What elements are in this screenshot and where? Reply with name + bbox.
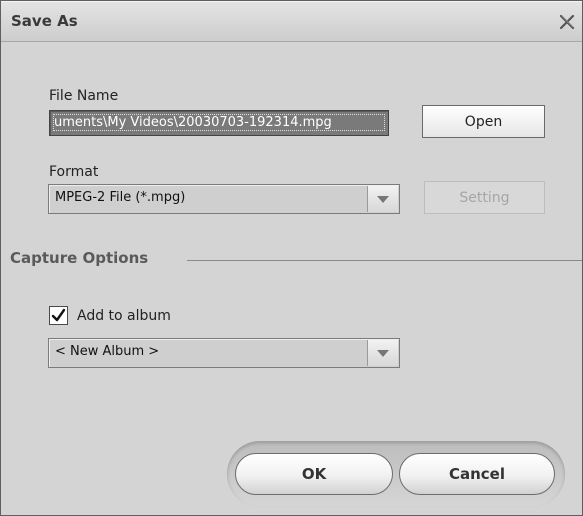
- ok-button-label: OK: [301, 465, 327, 483]
- format-selected-value: MPEG-2 File (*.mpg): [55, 190, 186, 205]
- dialog-title: Save As: [11, 12, 78, 30]
- setting-button-label: Setting: [459, 189, 510, 206]
- section-divider: [187, 260, 582, 261]
- close-icon[interactable]: [558, 13, 576, 31]
- open-button[interactable]: Open: [422, 105, 545, 138]
- file-name-value: uments\My Videos\20030703-192314.mpg: [53, 114, 385, 131]
- format-dropdown[interactable]: MPEG-2 File (*.mpg): [48, 184, 400, 214]
- save-as-dialog: Save As File Name uments\My Videos\20030…: [0, 0, 583, 516]
- chevron-down-icon[interactable]: [367, 340, 398, 366]
- add-to-album-checkbox[interactable]: [49, 306, 68, 325]
- title-bar[interactable]: Save As: [1, 1, 582, 42]
- format-label: Format: [49, 164, 99, 180]
- ok-button[interactable]: OK: [235, 453, 393, 495]
- add-to-album-label[interactable]: Add to album: [77, 308, 171, 324]
- album-selected-value: < New Album >: [55, 344, 160, 359]
- capture-options-heading: Capture Options: [10, 249, 149, 267]
- setting-button[interactable]: Setting: [424, 181, 545, 214]
- file-name-input[interactable]: uments\My Videos\20030703-192314.mpg: [49, 110, 389, 136]
- file-name-label: File Name: [49, 88, 119, 104]
- open-button-label: Open: [464, 113, 503, 130]
- chevron-down-icon[interactable]: [367, 186, 398, 212]
- album-dropdown[interactable]: < New Album >: [48, 338, 400, 368]
- checkmark-icon: [51, 308, 66, 322]
- cancel-button[interactable]: Cancel: [399, 453, 555, 495]
- cancel-button-label: Cancel: [448, 465, 505, 483]
